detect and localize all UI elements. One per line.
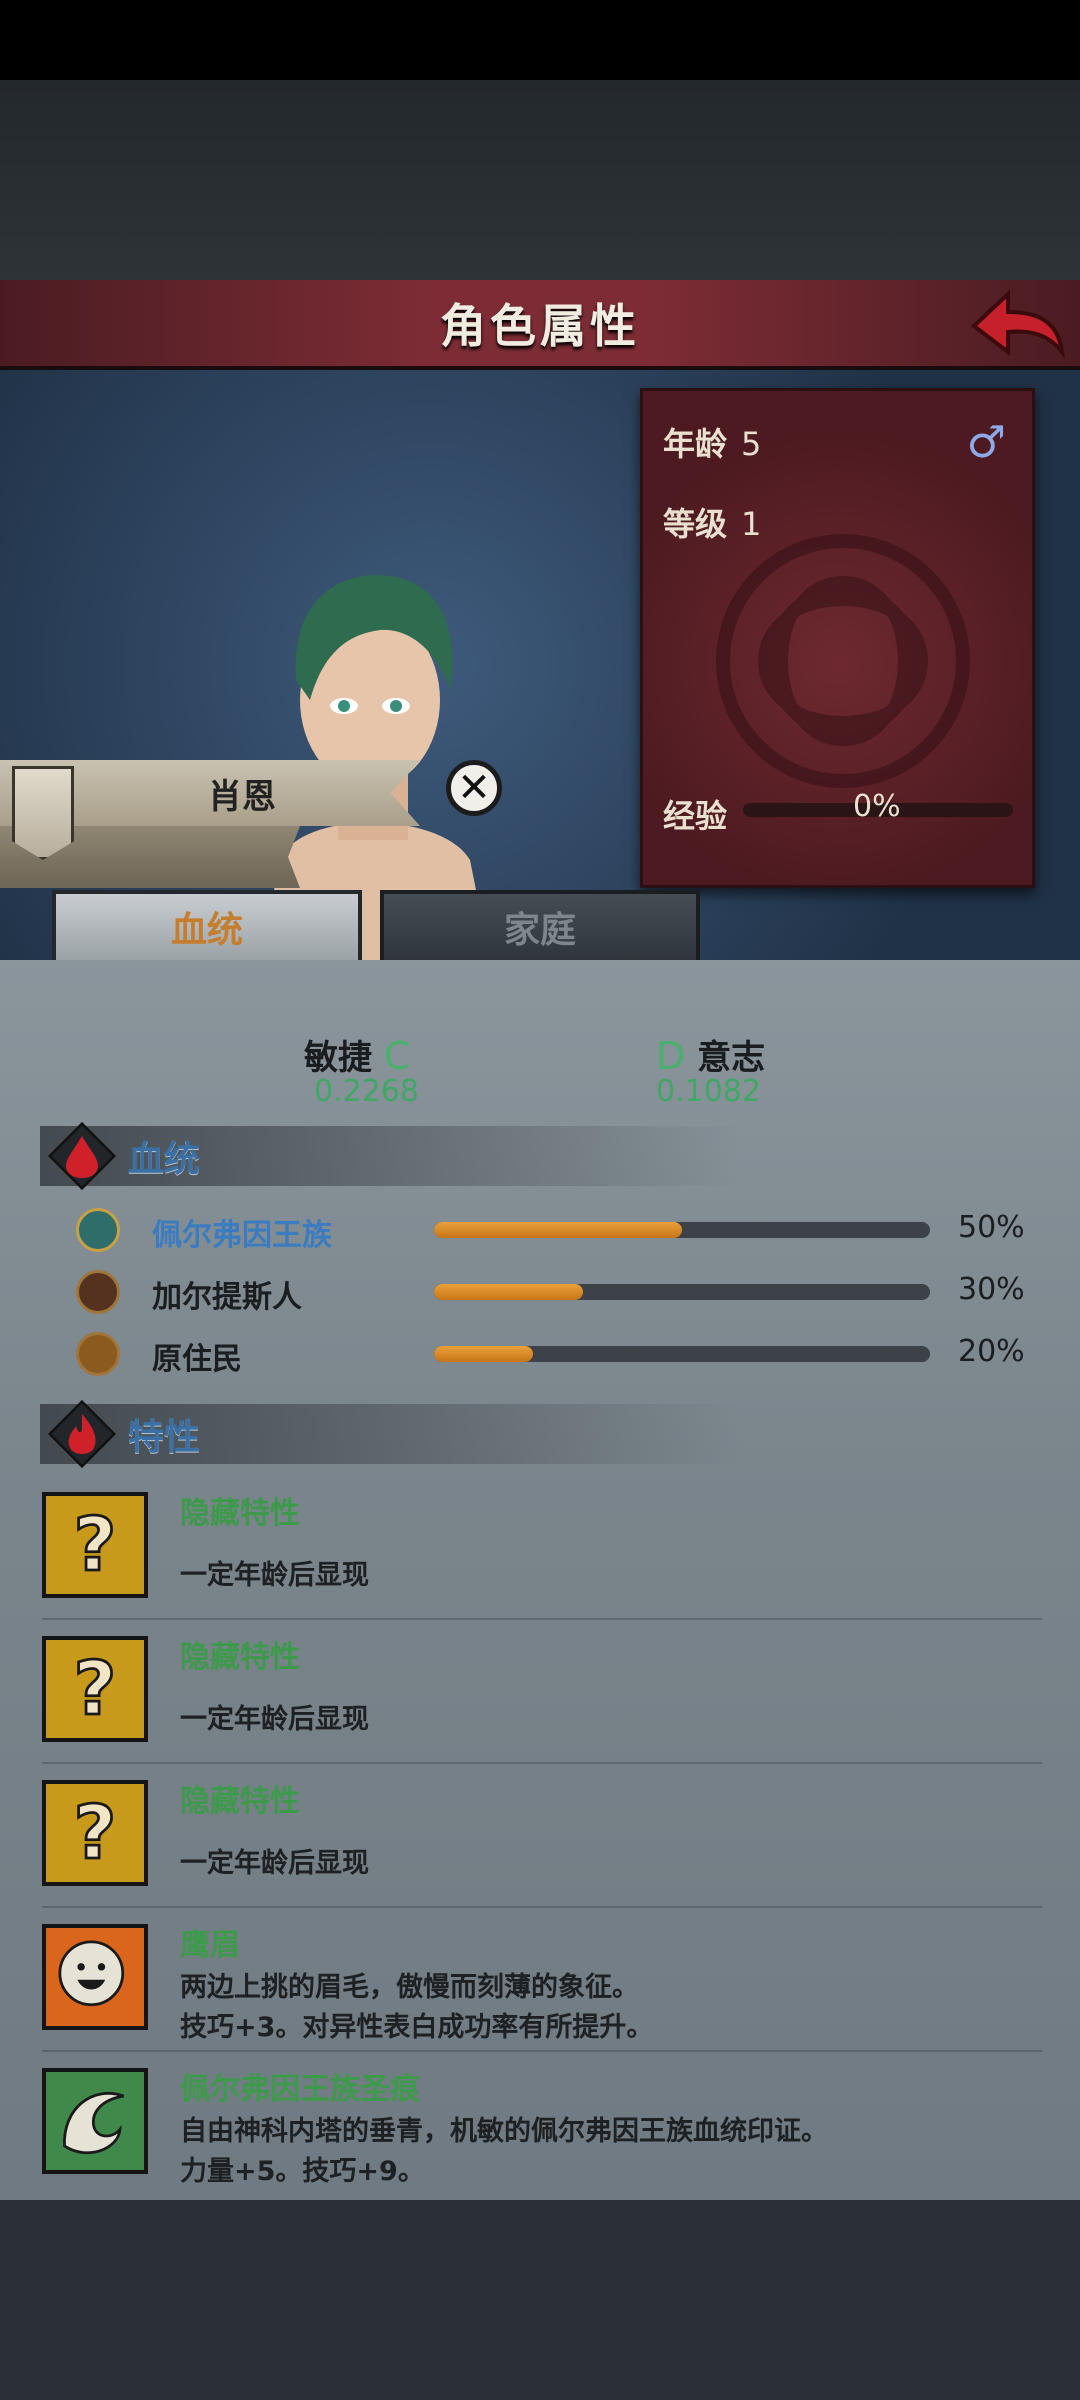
page-title: 角色属性 <box>440 299 640 353</box>
attr-right-value: 0.1082 <box>656 1074 761 1109</box>
beast-emblem-icon <box>76 1270 120 1314</box>
level-value: 1 <box>741 505 762 543</box>
lineage-row: 佩尔弗因王族 50% <box>76 1206 1036 1253</box>
wave-mark-icon <box>42 2068 148 2174</box>
lineage-name: 原住民 <box>152 1342 242 1377</box>
lineage-name: 佩尔弗因王族 <box>152 1218 332 1253</box>
trait-item[interactable]: 佩尔弗因王族圣痕 自由神科内塔的垂青，机敏的佩尔弗因王族血统印证。 力量+5。技… <box>42 2056 1042 2196</box>
lineage-bar <box>434 1284 930 1300</box>
attr-left-value: 0.2268 <box>314 1074 419 1109</box>
trait-item[interactable]: ? 隐藏特性 一定年龄后显现 <box>42 1624 1042 1764</box>
close-icon[interactable]: ✕ <box>446 760 502 816</box>
trait-item[interactable]: ? 隐藏特性 一定年龄后显现 <box>42 1480 1042 1620</box>
trait-name: 鹰眉 <box>180 1928 240 1963</box>
lineage-percent: 30% <box>958 1272 1025 1307</box>
trait-desc-line: 自由神科内塔的垂青，机敏的佩尔弗因王族血统印证。 <box>180 2116 828 2147</box>
question-mark-icon: ? <box>42 1492 148 1598</box>
attr-left: 敏捷 C <box>304 1030 410 1079</box>
svg-text:?: ? <box>74 1646 117 1732</box>
shield-icon[interactable] <box>12 766 74 860</box>
trait-item[interactable]: ? 隐藏特性 一定年龄后显现 <box>42 1768 1042 1908</box>
attr-left-grade: C <box>383 1034 411 1078</box>
back-arrow-icon[interactable] <box>966 286 1066 362</box>
footer-backdrop <box>0 2200 1080 2400</box>
trait-desc: 一定年龄后显现 <box>180 1704 369 1735</box>
flame-icon <box>68 1414 96 1454</box>
lineage-row: 加尔提斯人 30% <box>76 1268 1036 1315</box>
lineage-percent: 50% <box>958 1210 1025 1245</box>
attr-right: D 意志 <box>656 1030 765 1079</box>
lineage-bar-fill <box>434 1284 583 1300</box>
lineage-title: 血统 <box>128 1139 201 1180</box>
age-row: 年龄 5 <box>663 419 761 465</box>
level-row: 等级 1 <box>663 499 761 545</box>
trait-name: 隐藏特性 <box>180 1784 300 1819</box>
attr-right-grade: D <box>656 1034 686 1078</box>
traits-section-header: 特性 <box>40 1400 740 1468</box>
question-mark-icon: ? <box>42 1636 148 1742</box>
male-gender-icon: ♂ <box>966 417 1006 468</box>
lineage-section-header: 血统 <box>40 1122 740 1190</box>
trait-item[interactable]: 鹰眉 两边上挑的眉毛，傲慢而刻薄的象征。 技巧+3。对异性表白成功率有所提升。 <box>42 1912 1042 2052</box>
trait-desc: 自由神科内塔的垂青，机敏的佩尔弗因王族血统印证。 力量+5。技巧+9。 <box>180 2112 828 2192</box>
lineage-bar <box>434 1346 930 1362</box>
lineage-bar <box>434 1222 930 1238</box>
attr-right-name: 意志 <box>697 1038 766 1078</box>
leaf-emblem-icon <box>76 1332 120 1376</box>
tab-lineage[interactable]: 血统 <box>52 890 362 960</box>
blood-drop-icon <box>66 1136 98 1178</box>
trait-name: 佩尔弗因王族圣痕 <box>180 2072 420 2107</box>
trait-name: 隐藏特性 <box>180 1640 300 1675</box>
exp-value: 0% <box>853 789 901 824</box>
title-banner: 角色属性 <box>0 280 1080 370</box>
lineage-content: 敏捷 C 0.2268 D 意志 0.1082 血统 佩尔弗因王族 50% 加尔… <box>0 960 1080 2200</box>
trait-desc-line: 两边上挑的眉毛，傲慢而刻薄的象征。 <box>180 1972 639 2003</box>
attr-left-name: 敏捷 <box>304 1038 372 1078</box>
age-label: 年龄 <box>663 425 728 463</box>
status-bar <box>0 0 1080 80</box>
tab-family[interactable]: 家庭 <box>380 890 700 960</box>
traits-title: 特性 <box>128 1417 201 1458</box>
lineage-bar-fill <box>434 1346 534 1362</box>
svg-text:?: ? <box>74 1790 117 1876</box>
trait-desc-line: 力量+5。技巧+9。 <box>180 2156 425 2187</box>
trait-desc: 一定年龄后显现 <box>180 1848 369 1879</box>
celtic-knot-icon <box>716 534 970 788</box>
lineage-row: 原住民 20% <box>76 1330 1036 1377</box>
trait-desc-line: 技巧+3。对异性表白成功率有所提升。 <box>180 2012 654 2043</box>
lineage-bar-fill <box>434 1222 682 1238</box>
character-panel: 年龄 5 ♂ 等级 1 经验 0% 肖恩 ✕ <box>0 370 1080 960</box>
exp-label: 经验 <box>663 797 728 835</box>
question-mark-icon: ? <box>42 1780 148 1886</box>
level-label: 等级 <box>663 505 728 543</box>
header-backdrop <box>0 80 1080 280</box>
lineage-name: 加尔提斯人 <box>152 1280 302 1315</box>
trait-desc: 一定年龄后显现 <box>180 1560 369 1591</box>
age-value: 5 <box>741 425 762 463</box>
character-name: 肖恩 <box>208 776 276 817</box>
trait-name: 隐藏特性 <box>180 1496 300 1531</box>
smiling-face-icon <box>42 1924 148 2030</box>
stats-card: 年龄 5 ♂ 等级 1 经验 0% <box>640 388 1035 888</box>
svg-text:?: ? <box>74 1502 117 1588</box>
trait-desc: 两边上挑的眉毛，傲慢而刻薄的象征。 技巧+3。对异性表白成功率有所提升。 <box>180 1968 653 2048</box>
lineage-percent: 20% <box>958 1334 1025 1369</box>
crown-emblem-icon <box>76 1208 120 1252</box>
